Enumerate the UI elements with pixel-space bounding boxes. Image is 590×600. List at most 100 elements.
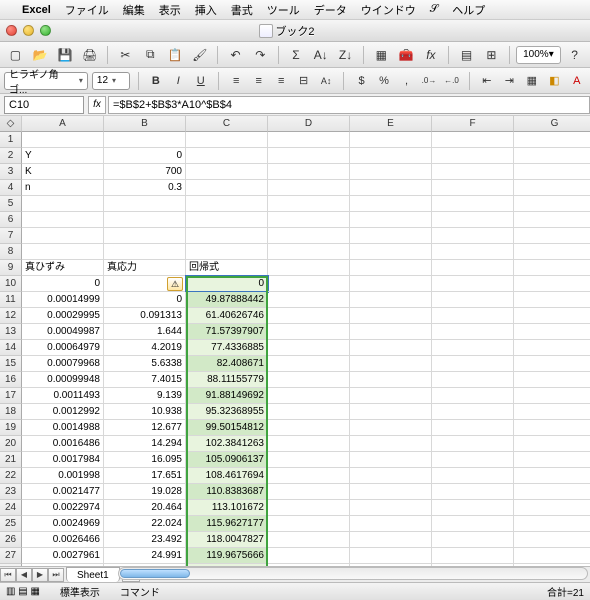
print-icon[interactable]: 🖨 bbox=[78, 45, 101, 65]
cell[interactable] bbox=[514, 548, 590, 564]
cell[interactable]: 110.8383687 bbox=[186, 484, 268, 500]
row-header[interactable]: 18 bbox=[0, 404, 22, 420]
row-header[interactable]: 9 bbox=[0, 260, 22, 276]
cell[interactable] bbox=[432, 148, 514, 164]
cell[interactable] bbox=[514, 276, 590, 292]
cell[interactable] bbox=[514, 132, 590, 148]
cell[interactable] bbox=[22, 212, 104, 228]
tab-nav-prev[interactable]: ◀ bbox=[16, 568, 32, 582]
cell[interactable] bbox=[350, 468, 432, 484]
cell[interactable]: 0.00014999 bbox=[22, 292, 104, 308]
row-header[interactable]: 15 bbox=[0, 356, 22, 372]
cell[interactable] bbox=[268, 500, 350, 516]
cell[interactable] bbox=[104, 228, 186, 244]
script-icon[interactable]: 𝒮 bbox=[430, 3, 439, 16]
cut-icon[interactable]: ✂ bbox=[114, 45, 137, 65]
cell[interactable] bbox=[22, 244, 104, 260]
format-painter-icon[interactable]: 🖌 bbox=[188, 45, 211, 65]
row-header[interactable]: 24 bbox=[0, 500, 22, 516]
cell[interactable]: 0 bbox=[186, 276, 268, 292]
comma-icon[interactable]: , bbox=[397, 72, 415, 90]
cell[interactable]: 95.32368955 bbox=[186, 404, 268, 420]
row-header[interactable]: 8 bbox=[0, 244, 22, 260]
cell[interactable] bbox=[186, 148, 268, 164]
cell[interactable] bbox=[514, 500, 590, 516]
cell[interactable] bbox=[350, 532, 432, 548]
cell[interactable] bbox=[268, 292, 350, 308]
cell[interactable] bbox=[432, 212, 514, 228]
cell[interactable] bbox=[268, 388, 350, 404]
cell[interactable] bbox=[268, 180, 350, 196]
cell[interactable]: 91.88149692 bbox=[186, 388, 268, 404]
cell[interactable] bbox=[268, 532, 350, 548]
cell[interactable]: 23.492 bbox=[104, 532, 186, 548]
menu-file[interactable]: ファイル bbox=[65, 2, 109, 18]
menu-tools[interactable]: ツール bbox=[267, 2, 300, 18]
cell[interactable]: 19.028 bbox=[104, 484, 186, 500]
cell[interactable] bbox=[350, 420, 432, 436]
cell[interactable] bbox=[350, 452, 432, 468]
col-header-E[interactable]: E bbox=[350, 116, 432, 132]
cell[interactable]: 0.00079968 bbox=[22, 356, 104, 372]
cell[interactable]: 82.408671 bbox=[186, 356, 268, 372]
cell[interactable] bbox=[514, 212, 590, 228]
undo-icon[interactable]: ↶ bbox=[224, 45, 247, 65]
cell[interactable] bbox=[350, 324, 432, 340]
select-all-corner[interactable]: ◇ bbox=[0, 116, 22, 132]
row-header[interactable]: 11 bbox=[0, 292, 22, 308]
cell[interactable] bbox=[432, 308, 514, 324]
cell[interactable] bbox=[514, 148, 590, 164]
increase-indent-icon[interactable]: ⇥ bbox=[500, 72, 518, 90]
decrease-indent-icon[interactable]: ⇤ bbox=[478, 72, 496, 90]
row-header[interactable]: 27 bbox=[0, 548, 22, 564]
font-name-combo[interactable]: ヒラギノ角ゴ...▾ bbox=[4, 72, 88, 90]
smart-tag-icon[interactable]: ⚠ bbox=[167, 277, 183, 291]
col-header-B[interactable]: B bbox=[104, 116, 186, 132]
cell[interactable] bbox=[432, 324, 514, 340]
cell[interactable] bbox=[350, 276, 432, 292]
name-box[interactable]: C10 bbox=[4, 96, 84, 114]
cell[interactable] bbox=[268, 164, 350, 180]
cell[interactable]: 0.00099948 bbox=[22, 372, 104, 388]
cell[interactable]: 99.50154812 bbox=[186, 420, 268, 436]
row-header[interactable]: 1 bbox=[0, 132, 22, 148]
cell[interactable]: 0.3 bbox=[104, 180, 186, 196]
cell[interactable]: 0.0016486 bbox=[22, 436, 104, 452]
cell[interactable]: 10.938 bbox=[104, 404, 186, 420]
help-icon[interactable]: ? bbox=[563, 45, 586, 65]
cell[interactable] bbox=[432, 180, 514, 196]
cell[interactable] bbox=[514, 452, 590, 468]
cell[interactable] bbox=[432, 228, 514, 244]
cell[interactable] bbox=[514, 388, 590, 404]
cell[interactable] bbox=[268, 276, 350, 292]
row-header[interactable]: 23 bbox=[0, 484, 22, 500]
cell[interactable] bbox=[268, 196, 350, 212]
fx-icon[interactable]: fx bbox=[419, 45, 442, 65]
autosum-icon[interactable]: Σ bbox=[285, 45, 308, 65]
increase-decimal-icon[interactable]: .0→ bbox=[420, 72, 438, 90]
cell[interactable] bbox=[514, 484, 590, 500]
align-left-icon[interactable]: ≡ bbox=[227, 72, 245, 90]
cell[interactable] bbox=[186, 212, 268, 228]
cell[interactable]: 17.651 bbox=[104, 468, 186, 484]
cell[interactable] bbox=[186, 244, 268, 260]
cell[interactable] bbox=[432, 132, 514, 148]
row-header[interactable]: 17 bbox=[0, 388, 22, 404]
toolbox-icon[interactable]: 🧰 bbox=[395, 45, 418, 65]
col-header-G[interactable]: G bbox=[514, 116, 590, 132]
cell[interactable]: 0 bbox=[22, 276, 104, 292]
cell[interactable]: 7.4015 bbox=[104, 372, 186, 388]
cell[interactable] bbox=[432, 468, 514, 484]
tab-nav-first[interactable]: ⏮ bbox=[0, 568, 16, 582]
cell[interactable] bbox=[514, 372, 590, 388]
cell[interactable] bbox=[350, 132, 432, 148]
cell[interactable] bbox=[268, 148, 350, 164]
cell[interactable]: 0.091313 bbox=[104, 308, 186, 324]
cell[interactable] bbox=[350, 148, 432, 164]
sort-desc-icon[interactable]: Z↓ bbox=[334, 45, 357, 65]
cell[interactable] bbox=[350, 372, 432, 388]
cell[interactable] bbox=[432, 500, 514, 516]
cell[interactable] bbox=[22, 132, 104, 148]
cell[interactable] bbox=[350, 500, 432, 516]
formula-input[interactable]: =$B$2+$B$3*A10^$B$4 bbox=[108, 96, 590, 114]
